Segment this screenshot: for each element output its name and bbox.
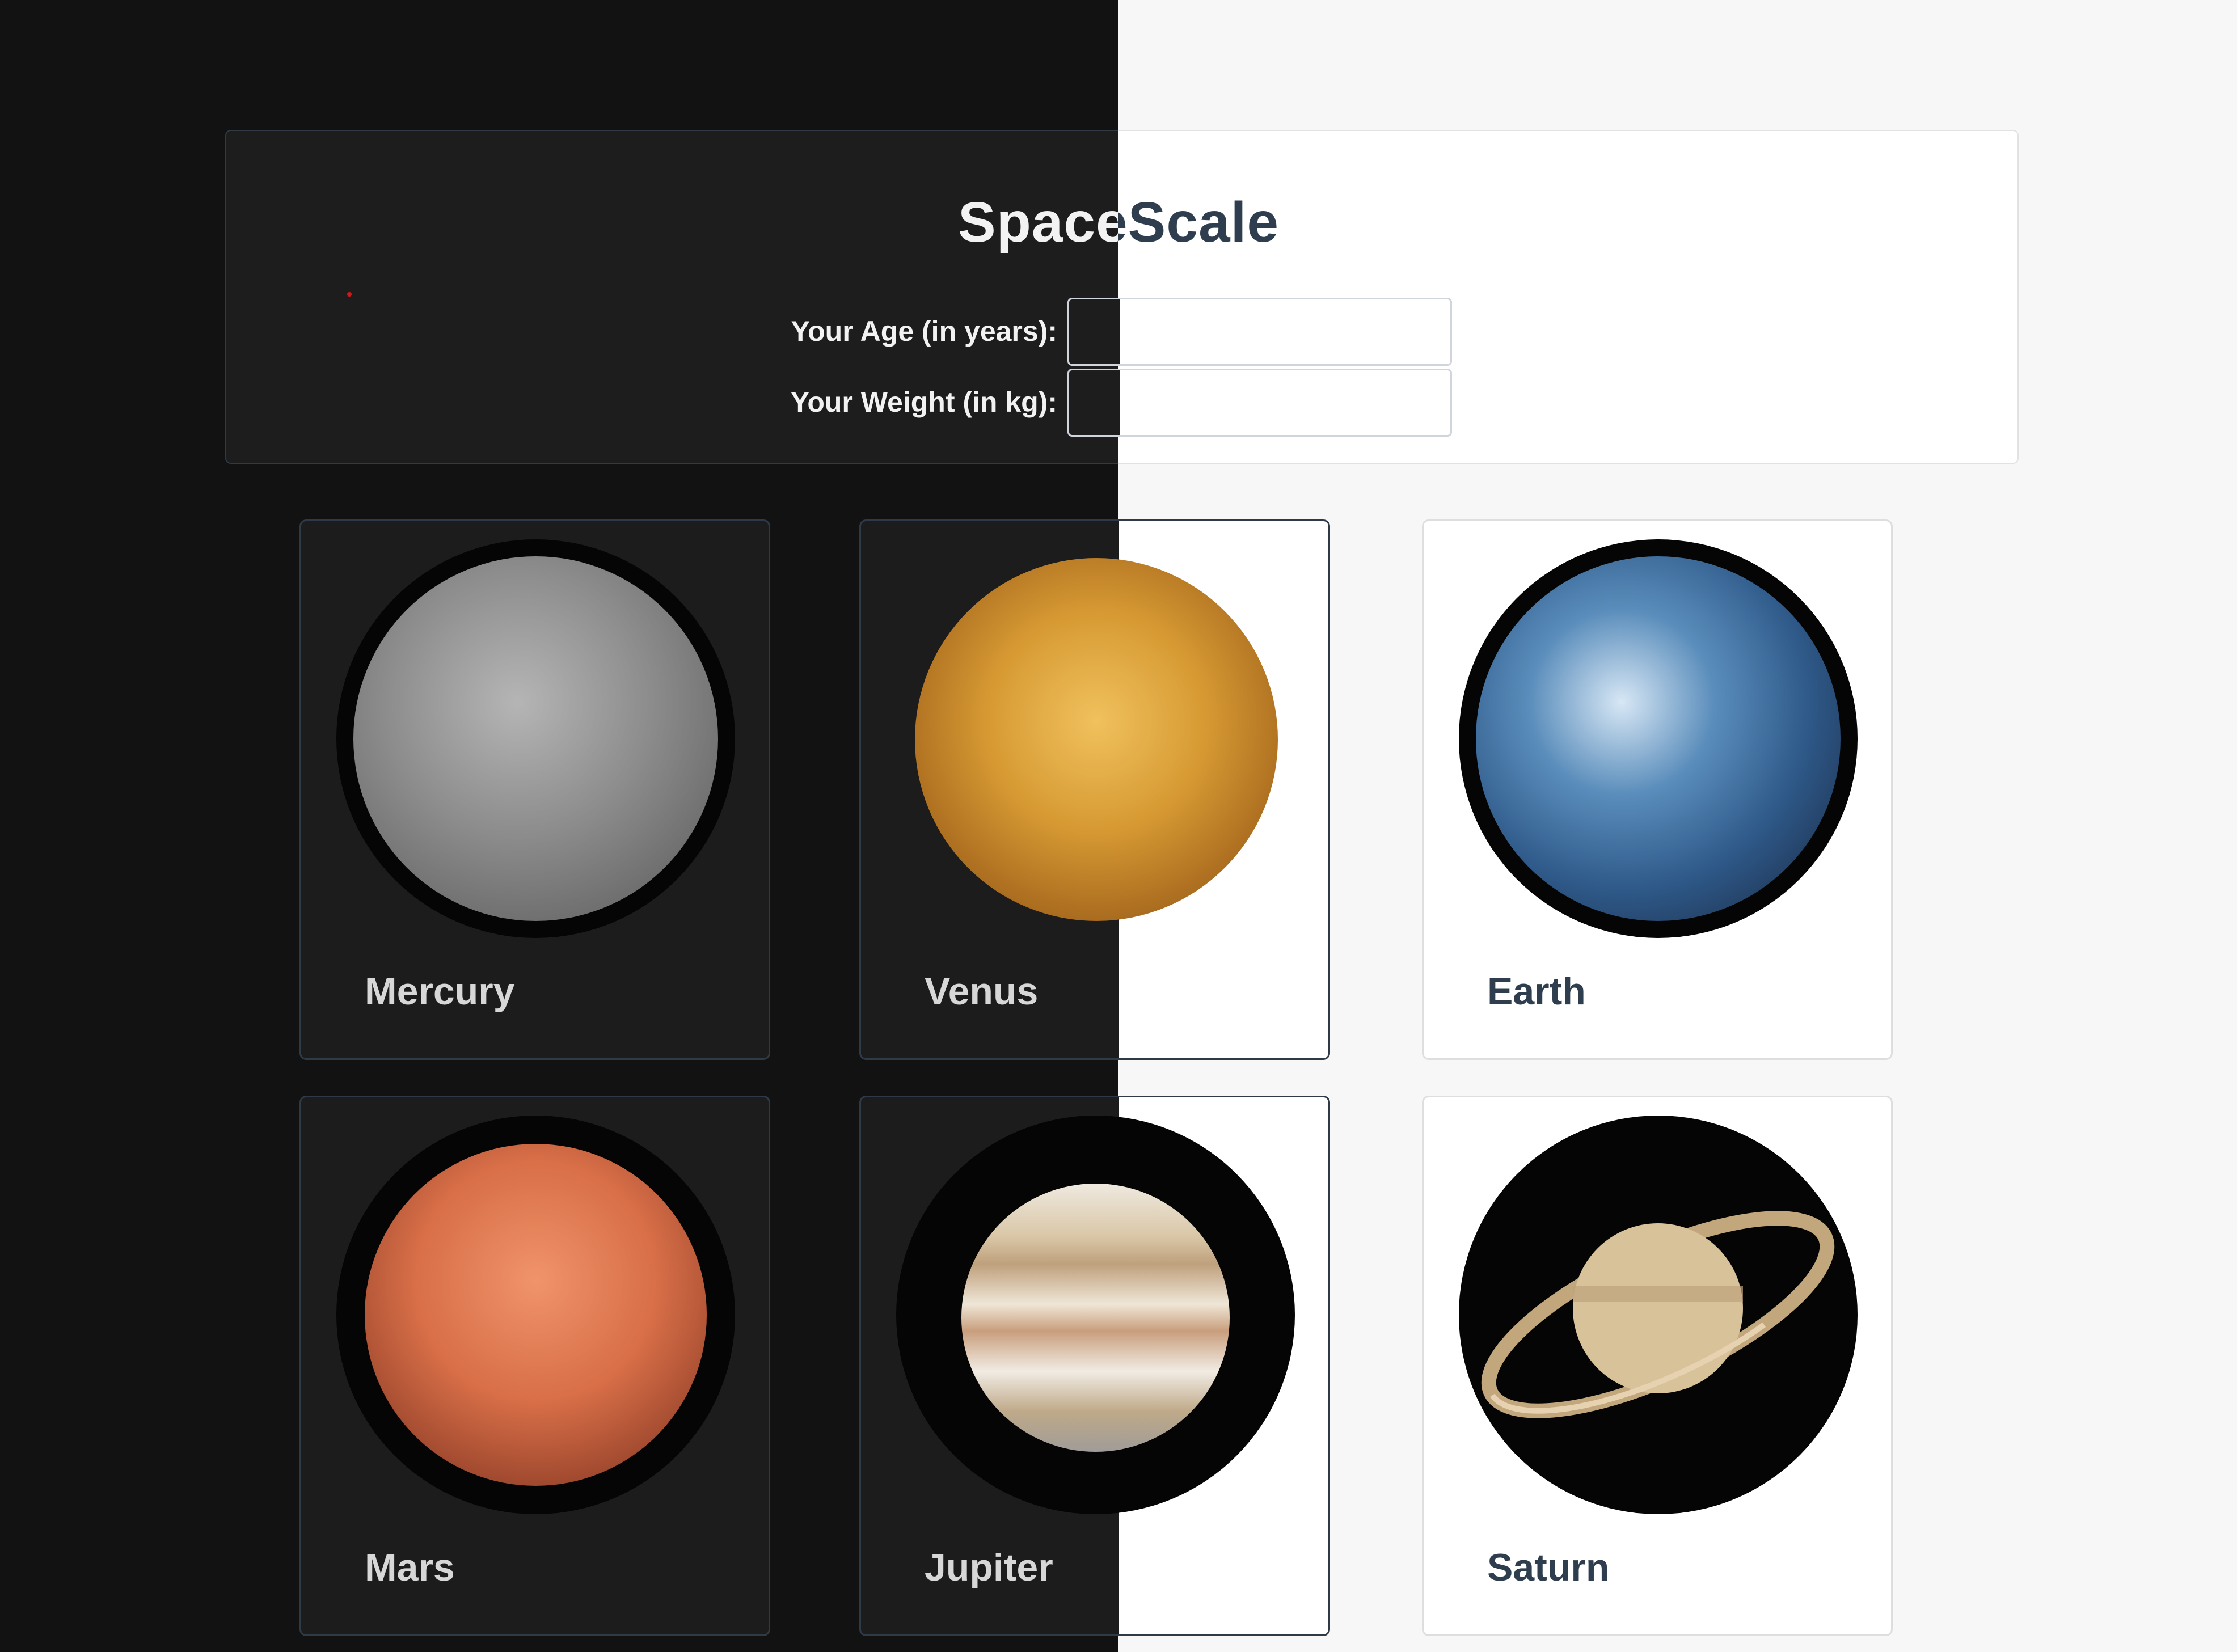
planet-name: Mercury — [365, 970, 515, 1013]
planet-name: Jupiter — [925, 1546, 1053, 1589]
planet-card-jupiter[interactable]: Jupiter — [859, 1096, 1330, 1636]
planet-name: Venus — [925, 970, 1039, 1013]
planet-card-saturn[interactable]: Saturn — [1422, 1096, 1893, 1636]
page-title: SpaceScale — [0, 190, 2237, 255]
mercury-icon — [336, 539, 735, 938]
age-input[interactable] — [1067, 298, 1452, 366]
planet-name: Mars — [365, 1546, 455, 1589]
planet-card-mercury[interactable]: Mercury — [299, 519, 770, 1060]
earth-icon — [1459, 539, 1858, 938]
saturn-icon — [1459, 1116, 1858, 1514]
planet-name: Saturn — [1487, 1546, 1610, 1589]
weight-label: Your Weight (in kg): — [790, 386, 1057, 418]
planet-card-venus[interactable]: Venus — [859, 519, 1330, 1060]
weight-input[interactable] — [1067, 369, 1452, 437]
planet-card-mars[interactable]: Mars — [299, 1096, 770, 1636]
red-dot — [347, 292, 352, 297]
venus-icon — [915, 558, 1278, 921]
age-label: Your Age (in years): — [791, 315, 1057, 347]
planet-card-earth[interactable]: Earth — [1422, 519, 1893, 1060]
mars-icon — [336, 1116, 735, 1514]
planet-name: Earth — [1487, 970, 1586, 1013]
jupiter-icon — [896, 1116, 1295, 1514]
